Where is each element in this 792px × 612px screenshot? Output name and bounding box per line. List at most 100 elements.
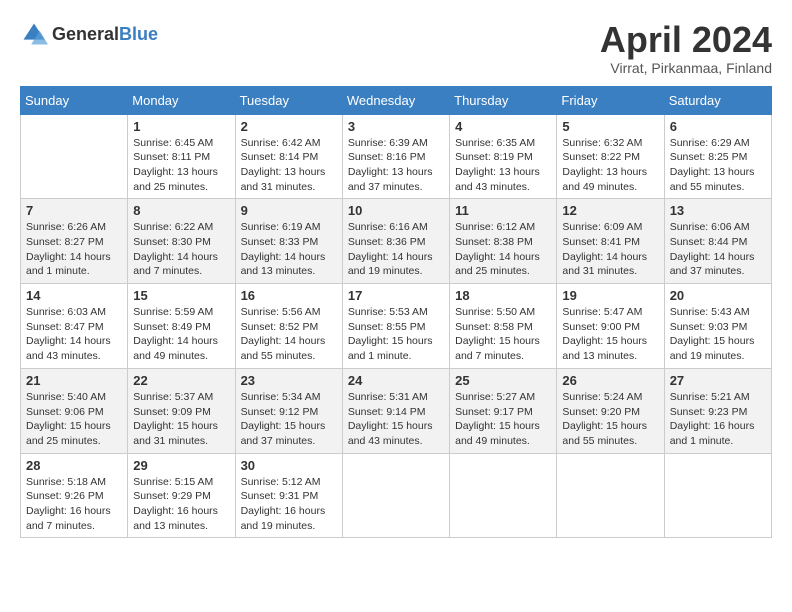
calendar-table: SundayMondayTuesdayWednesdayThursdayFrid… — [20, 86, 772, 539]
calendar-cell: 14Sunrise: 6:03 AMSunset: 8:47 PMDayligh… — [21, 284, 128, 369]
day-number: 29 — [133, 458, 229, 473]
day-number: 26 — [562, 373, 658, 388]
day-info: Sunrise: 5:59 AMSunset: 8:49 PMDaylight:… — [133, 305, 229, 364]
day-info: Sunrise: 6:16 AMSunset: 8:36 PMDaylight:… — [348, 220, 444, 279]
day-number: 8 — [133, 203, 229, 218]
day-info: Sunrise: 6:45 AMSunset: 8:11 PMDaylight:… — [133, 136, 229, 195]
day-number: 5 — [562, 119, 658, 134]
day-info: Sunrise: 6:26 AMSunset: 8:27 PMDaylight:… — [26, 220, 122, 279]
logo-text-blue: Blue — [119, 25, 158, 43]
day-info: Sunrise: 5:40 AMSunset: 9:06 PMDaylight:… — [26, 390, 122, 449]
calendar-cell: 23 Sunrise: 5:34 AMSunset: 9:12 PMDayligh… — [235, 368, 342, 453]
calendar-cell: 9 Sunrise: 6:19 AMSunset: 8:33 PMDaylight… — [235, 199, 342, 284]
day-number: 28 — [26, 458, 122, 473]
calendar-body: 1 Sunrise: 6:45 AMSunset: 8:11 PMDaylight… — [21, 114, 772, 538]
day-number: 2 — [241, 119, 337, 134]
calendar-cell: 21 Sunrise: 5:40 AMSunset: 9:06 PMDayligh… — [21, 368, 128, 453]
day-info: Sunrise: 6:22 AMSunset: 8:30 PMDaylight:… — [133, 220, 229, 279]
day-number: 27 — [670, 373, 766, 388]
day-info: Sunrise: 5:53 AMSunset: 8:55 PMDaylight:… — [348, 305, 444, 364]
day-info: Sunrise: 5:47 AMSunset: 9:00 PMDaylight:… — [562, 305, 658, 364]
header-day-monday: Monday — [128, 86, 235, 114]
calendar-cell: 27 Sunrise: 5:21 AMSunset: 9:23 PMDayligh… — [664, 368, 771, 453]
logo: GeneralBlue — [20, 20, 158, 48]
calendar-cell — [557, 453, 664, 538]
calendar-cell: 13 Sunrise: 6:06 AMSunset: 8:44 PMDayligh… — [664, 199, 771, 284]
header-day-tuesday: Tuesday — [235, 86, 342, 114]
day-info: Sunrise: 5:34 AMSunset: 9:12 PMDaylight:… — [241, 390, 337, 449]
day-info: Sunrise: 6:35 AMSunset: 8:19 PMDaylight:… — [455, 136, 551, 195]
day-number: 25 — [455, 373, 551, 388]
day-number: 6 — [670, 119, 766, 134]
calendar-cell: 28 Sunrise: 5:18 AMSunset: 9:26 PMDayligh… — [21, 453, 128, 538]
calendar-cell: 17 Sunrise: 5:53 AMSunset: 8:55 PMDayligh… — [342, 284, 449, 369]
calendar-cell: 3 Sunrise: 6:39 AMSunset: 8:16 PMDaylight… — [342, 114, 449, 199]
calendar-cell — [450, 453, 557, 538]
week-row-1: 1 Sunrise: 6:45 AMSunset: 8:11 PMDaylight… — [21, 114, 772, 199]
day-number: 21 — [26, 373, 122, 388]
calendar-cell: 16 Sunrise: 5:56 AMSunset: 8:52 PMDayligh… — [235, 284, 342, 369]
header-row: SundayMondayTuesdayWednesdayThursdayFrid… — [21, 86, 772, 114]
calendar-cell — [21, 114, 128, 199]
day-info: Sunrise: 5:43 AMSunset: 9:03 PMDaylight:… — [670, 305, 766, 364]
header-day-wednesday: Wednesday — [342, 86, 449, 114]
logo-icon — [20, 20, 48, 48]
calendar-cell: 24Sunrise: 5:31 AMSunset: 9:14 PMDayligh… — [342, 368, 449, 453]
header-day-friday: Friday — [557, 86, 664, 114]
month-title: April 2024 — [600, 20, 772, 60]
calendar-cell: 1 Sunrise: 6:45 AMSunset: 8:11 PMDaylight… — [128, 114, 235, 199]
day-info: Sunrise: 5:12 AMSunset: 9:31 PMDaylight:… — [241, 475, 337, 534]
logo-text-general: General — [52, 25, 119, 43]
day-info: Sunrise: 6:09 AMSunset: 8:41 PMDaylight:… — [562, 220, 658, 279]
day-number: 22 — [133, 373, 229, 388]
day-number: 1 — [133, 119, 229, 134]
calendar-cell: 5 Sunrise: 6:32 AMSunset: 8:22 PMDaylight… — [557, 114, 664, 199]
day-info: Sunrise: 6:32 AMSunset: 8:22 PMDaylight:… — [562, 136, 658, 195]
day-number: 24 — [348, 373, 444, 388]
day-info: Sunrise: 5:27 AMSunset: 9:17 PMDaylight:… — [455, 390, 551, 449]
day-info: Sunrise: 6:06 AMSunset: 8:44 PMDaylight:… — [670, 220, 766, 279]
day-info: Sunrise: 6:03 AMSunset: 8:47 PMDaylight:… — [26, 305, 122, 364]
day-info: Sunrise: 5:21 AMSunset: 9:23 PMDaylight:… — [670, 390, 766, 449]
day-number: 30 — [241, 458, 337, 473]
calendar-cell: 10 Sunrise: 6:16 AMSunset: 8:36 PMDayligh… — [342, 199, 449, 284]
calendar-cell: 8 Sunrise: 6:22 AMSunset: 8:30 PMDaylight… — [128, 199, 235, 284]
day-info: Sunrise: 5:15 AMSunset: 9:29 PMDaylight:… — [133, 475, 229, 534]
calendar-cell: 11 Sunrise: 6:12 AMSunset: 8:38 PMDayligh… — [450, 199, 557, 284]
header-day-saturday: Saturday — [664, 86, 771, 114]
header-day-thursday: Thursday — [450, 86, 557, 114]
calendar-cell: 26Sunrise: 5:24 AMSunset: 9:20 PMDayligh… — [557, 368, 664, 453]
day-number: 11 — [455, 203, 551, 218]
day-info: Sunrise: 6:42 AMSunset: 8:14 PMDaylight:… — [241, 136, 337, 195]
calendar-cell: 15Sunrise: 5:59 AMSunset: 8:49 PMDayligh… — [128, 284, 235, 369]
calendar-cell: 30 Sunrise: 5:12 AMSunset: 9:31 PMDayligh… — [235, 453, 342, 538]
week-row-3: 14Sunrise: 6:03 AMSunset: 8:47 PMDayligh… — [21, 284, 772, 369]
header-day-sunday: Sunday — [21, 86, 128, 114]
day-number: 7 — [26, 203, 122, 218]
day-number: 10 — [348, 203, 444, 218]
calendar-cell: 25 Sunrise: 5:27 AMSunset: 9:17 PMDayligh… — [450, 368, 557, 453]
calendar-cell: 12Sunrise: 6:09 AMSunset: 8:41 PMDayligh… — [557, 199, 664, 284]
calendar-cell — [342, 453, 449, 538]
day-number: 9 — [241, 203, 337, 218]
calendar-cell: 18Sunrise: 5:50 AMSunset: 8:58 PMDayligh… — [450, 284, 557, 369]
day-number: 17 — [348, 288, 444, 303]
week-row-5: 28 Sunrise: 5:18 AMSunset: 9:26 PMDayligh… — [21, 453, 772, 538]
page-header: GeneralBlue April 2024 Virrat, Pirkanmaa… — [20, 20, 772, 76]
day-info: Sunrise: 6:12 AMSunset: 8:38 PMDaylight:… — [455, 220, 551, 279]
day-info: Sunrise: 5:18 AMSunset: 9:26 PMDaylight:… — [26, 475, 122, 534]
day-number: 23 — [241, 373, 337, 388]
calendar-cell — [664, 453, 771, 538]
day-info: Sunrise: 5:50 AMSunset: 8:58 PMDaylight:… — [455, 305, 551, 364]
day-number: 16 — [241, 288, 337, 303]
calendar-cell: 19 Sunrise: 5:47 AMSunset: 9:00 PMDayligh… — [557, 284, 664, 369]
day-number: 3 — [348, 119, 444, 134]
day-number: 19 — [562, 288, 658, 303]
day-info: Sunrise: 6:39 AMSunset: 8:16 PMDaylight:… — [348, 136, 444, 195]
calendar-cell: 2 Sunrise: 6:42 AMSunset: 8:14 PMDaylight… — [235, 114, 342, 199]
calendar-cell: 22Sunrise: 5:37 AMSunset: 9:09 PMDayligh… — [128, 368, 235, 453]
day-number: 13 — [670, 203, 766, 218]
day-info: Sunrise: 6:19 AMSunset: 8:33 PMDaylight:… — [241, 220, 337, 279]
calendar-header: SundayMondayTuesdayWednesdayThursdayFrid… — [21, 86, 772, 114]
day-info: Sunrise: 5:56 AMSunset: 8:52 PMDaylight:… — [241, 305, 337, 364]
